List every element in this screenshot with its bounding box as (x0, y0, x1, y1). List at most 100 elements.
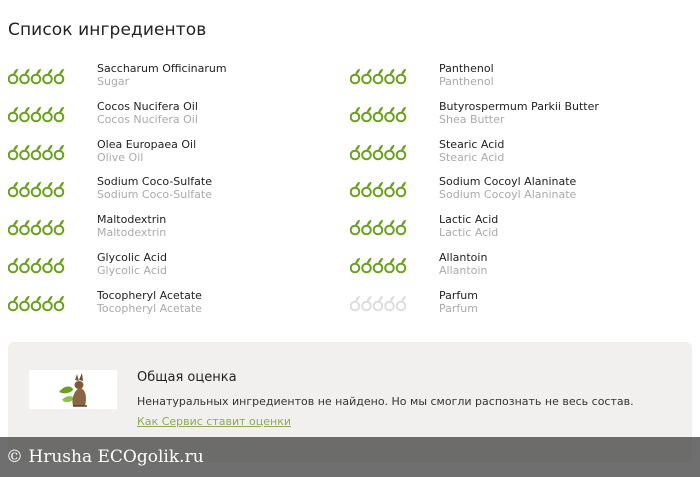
leaf-drop-icon (19, 220, 30, 236)
ingredient-names: Butyrospermum Parkii Butter Shea Butter (439, 100, 599, 126)
leaf-drop-icon (7, 68, 19, 85)
ingredient-row: Saccharum Officinarum Sugar (0, 60, 340, 92)
leaf-drop-icon (372, 106, 384, 123)
rabbit-logo (29, 370, 117, 409)
leaf-drop-icon (42, 295, 53, 312)
leaf-drop-icon (53, 295, 65, 312)
leaf-drop-icon (53, 220, 65, 236)
ingredient-row: Allantoin Allantoin (342, 249, 682, 281)
page-title: Список ингредиентов (8, 20, 207, 40)
ingredient-common-name: Lactic Acid (439, 226, 499, 240)
leaf-drop-icon (30, 295, 42, 312)
ingredient-name: Parfum (439, 288, 478, 302)
ingredient-row: Lactic Acid Lactic Acid (342, 211, 682, 243)
leaf-drop-icon (372, 220, 384, 236)
leaf-drop-icon (349, 144, 361, 160)
leaf-drop-icon (361, 106, 372, 123)
ingredient-common-name: Shea Butter (439, 112, 505, 126)
ingredient-common-name: Glycolic Acid (97, 264, 167, 277)
leaf-drop-icon (53, 68, 65, 85)
ingredient-name: Butyrospermum Parkii Butter (439, 99, 599, 113)
rating-icons (7, 294, 68, 312)
leaf-drop-icon (30, 257, 42, 274)
ingredient-common-name: Sodium Coco-Sulfate (97, 188, 213, 202)
leaf-drop-icon (349, 220, 361, 236)
leaf-drop-icon (395, 144, 407, 160)
leaf-drop-icon (19, 68, 30, 85)
rating-icons (349, 143, 410, 161)
leaf-drop-icon (19, 106, 30, 123)
leaf-drop-icon (53, 106, 65, 123)
ingredient-names: Saccharum Officinarum Sugar (97, 62, 227, 88)
ingredient-name: Lactic Acid (439, 213, 499, 227)
leaf-drop-icon (395, 68, 407, 85)
ingredient-name: Olea Europaea Oil (97, 137, 197, 151)
leaf-drop-icon (395, 106, 407, 123)
leaf-drop-icon (395, 295, 407, 312)
ingredient-row: Sodium Cocoyl Alaninate Sodium Cocoyl Ala… (342, 173, 682, 205)
ingredient-name: Stearic Acid (439, 137, 505, 151)
leaf-drop-icon (42, 220, 53, 236)
leaf-drop-icon (7, 182, 19, 198)
leaf-drop-icon (30, 68, 42, 85)
ingredient-name: Sodium Coco-Sulfate (97, 175, 213, 189)
rabbit-icon (59, 373, 87, 407)
ingredient-names: Allantoin Allantoin (439, 251, 487, 277)
ingredient-row: Butyrospermum Parkii Butter Shea Butter (342, 98, 682, 130)
ingredient-name: Tocopheryl Acetate (97, 288, 202, 302)
leaf-drop-icon (7, 220, 19, 236)
ingredient-common-name: Maltodextrin (97, 226, 167, 240)
ingredient-common-name: Allantoin (439, 264, 488, 277)
leaf-drop-icon (372, 68, 384, 85)
ingredient-name: Allantoin (439, 251, 488, 264)
rating-icons (7, 143, 68, 161)
ingredient-common-name: Olive Oil (97, 150, 144, 164)
ingredient-names: Glycolic Acid Glycolic Acid (97, 251, 167, 277)
leaf-drop-icon (361, 68, 372, 85)
rating-icons (349, 294, 410, 312)
leaf-drop-icon (361, 295, 372, 312)
leaf-drop-icon (372, 295, 384, 312)
leaf-drop-icon (7, 106, 19, 123)
ingredient-row: Cocos Nucifera Oil Cocos Nucifera Oil (0, 98, 340, 130)
leaf-drop-icon (30, 144, 42, 160)
ingredient-common-name: Tocopheryl Acetate (97, 301, 202, 315)
leaf-drop-icon (42, 68, 53, 85)
ingredient-name: Saccharum Officinarum (97, 62, 227, 75)
leaf-drop-icon (384, 68, 395, 85)
leaf-drop-icon (7, 295, 19, 312)
leaf-drop-icon (53, 182, 65, 198)
ingredient-row: Glycolic Acid Glycolic Acid (0, 249, 340, 281)
rating-icons (349, 218, 410, 236)
leaf-drop-icon (395, 182, 407, 198)
leaf-drop-icon (42, 257, 53, 274)
leaf-drop-icon (372, 144, 384, 160)
rating-icons (7, 105, 68, 123)
leaf-drop-icon (30, 182, 42, 198)
ingredient-names: Sodium Cocoyl Alaninate Sodium Cocoyl Ala… (439, 175, 576, 201)
leaf-drop-icon (361, 220, 372, 236)
leaf-drop-icon (53, 144, 65, 160)
leaf-drop-icon (19, 257, 30, 274)
ingredient-name: Glycolic Acid (97, 251, 167, 264)
rating-icons (349, 180, 410, 198)
leaf-drop-icon (42, 106, 53, 123)
rating-method-link[interactable]: Как Сервис ставит оценки (137, 415, 291, 428)
leaf-drop-icon (384, 182, 395, 198)
leaf-drop-icon (384, 257, 395, 274)
rating-icons (7, 218, 68, 236)
leaf-drop-icon (30, 106, 42, 123)
ingredient-names: Sodium Coco-Sulfate Sodium Coco-Sulfate (97, 175, 212, 201)
leaf-drop-icon (7, 144, 19, 160)
ingredient-row: Olea Europaea Oil Olive Oil (0, 136, 340, 168)
ingredient-name: Sodium Cocoyl Alaninate (439, 175, 577, 189)
leaf-drop-icon (361, 144, 372, 160)
leaf-drop-icon (42, 182, 53, 198)
leaf-drop-icon (30, 220, 42, 236)
ingredient-names: Parfum Parfum (439, 289, 478, 315)
ingredient-common-name: Cocos Nucifera Oil (97, 112, 198, 126)
leaf-drop-icon (19, 182, 30, 198)
overall-rating-text: Ненатуральных ингредиентов не найдено. Н… (137, 395, 634, 408)
leaf-drop-icon (361, 182, 372, 198)
rating-icons (349, 67, 410, 85)
